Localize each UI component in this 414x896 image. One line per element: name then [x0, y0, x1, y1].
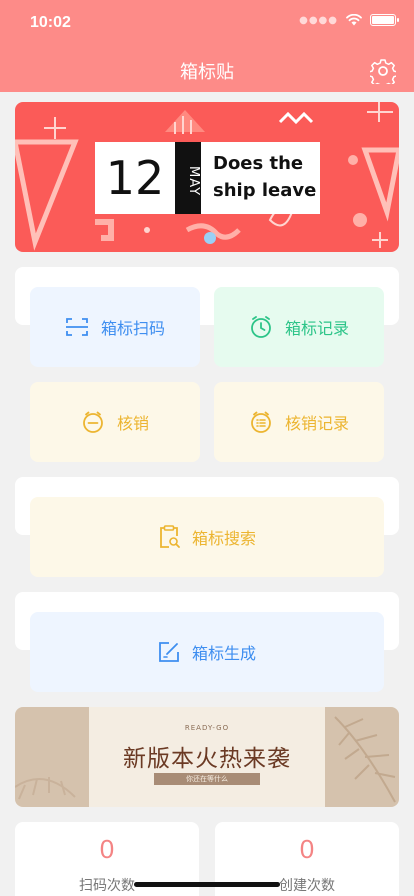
home-indicator[interactable]	[134, 882, 280, 887]
scan-count-value: 0	[99, 834, 115, 864]
write-off-records-label: 核销记录	[284, 414, 349, 433]
banner-tag: READY-GO	[184, 724, 230, 732]
promo-banner-new-version[interactable]: READY-GO 新版本火热来袭 你还在等什么	[15, 707, 399, 807]
battery-icon	[370, 14, 399, 26]
write-off-icon	[83, 411, 103, 433]
edit-square-icon	[159, 642, 179, 662]
banner-title: 新版本火热来袭	[123, 746, 291, 772]
banner-line-1: Does the	[213, 153, 304, 174]
status-icons: ●●●●	[299, 14, 399, 26]
gear-icon[interactable]	[370, 58, 396, 84]
date-month: MAY	[175, 142, 201, 214]
banner-headline: Does the ship leave	[201, 142, 320, 214]
box-label-generate-label: 箱标生成	[191, 644, 256, 663]
date-card: 12 MAY Does the ship leave	[95, 142, 320, 214]
clipboard-search-icon	[160, 525, 180, 548]
box-label-scan-label: 箱标扫码	[100, 319, 165, 338]
box-label-search-button[interactable]: 箱标搜索	[30, 497, 384, 577]
signal-icon: ●●●●	[299, 14, 338, 26]
date-day: 12	[105, 151, 165, 205]
status-time: 10:02	[30, 14, 71, 31]
palm-leaf-left-icon	[15, 777, 76, 800]
wifi-icon	[346, 14, 362, 26]
box-label-generate-button[interactable]: 箱标生成	[30, 612, 384, 692]
box-label-search-label: 箱标搜索	[191, 529, 256, 548]
banner-subtitle: 你还在等什么	[154, 773, 260, 785]
promo-banner[interactable]: 12 MAY Does the ship leave	[15, 102, 399, 252]
banner-card: READY-GO 新版本火热来袭 你还在等什么	[89, 707, 325, 807]
page-title: 箱标贴	[180, 62, 234, 83]
clock-icon	[251, 316, 271, 338]
box-label-scan-button[interactable]: 箱标扫码	[30, 287, 200, 367]
scan-icon	[65, 318, 88, 336]
app-header: 10:02 ●●●● 箱标贴	[0, 0, 414, 92]
palm-leaf-right-icon	[334, 716, 396, 803]
banner-line-2: ship leave	[213, 180, 317, 201]
box-label-records-button[interactable]: 箱标记录	[214, 287, 384, 367]
write-off-button[interactable]: 核销	[30, 382, 200, 462]
write-off-records-button[interactable]: 核销记录	[214, 382, 384, 462]
write-off-records-icon	[251, 411, 271, 433]
box-label-records-label: 箱标记录	[284, 319, 349, 338]
write-off-label: 核销	[116, 414, 149, 433]
create-count-value: 0	[299, 834, 315, 864]
